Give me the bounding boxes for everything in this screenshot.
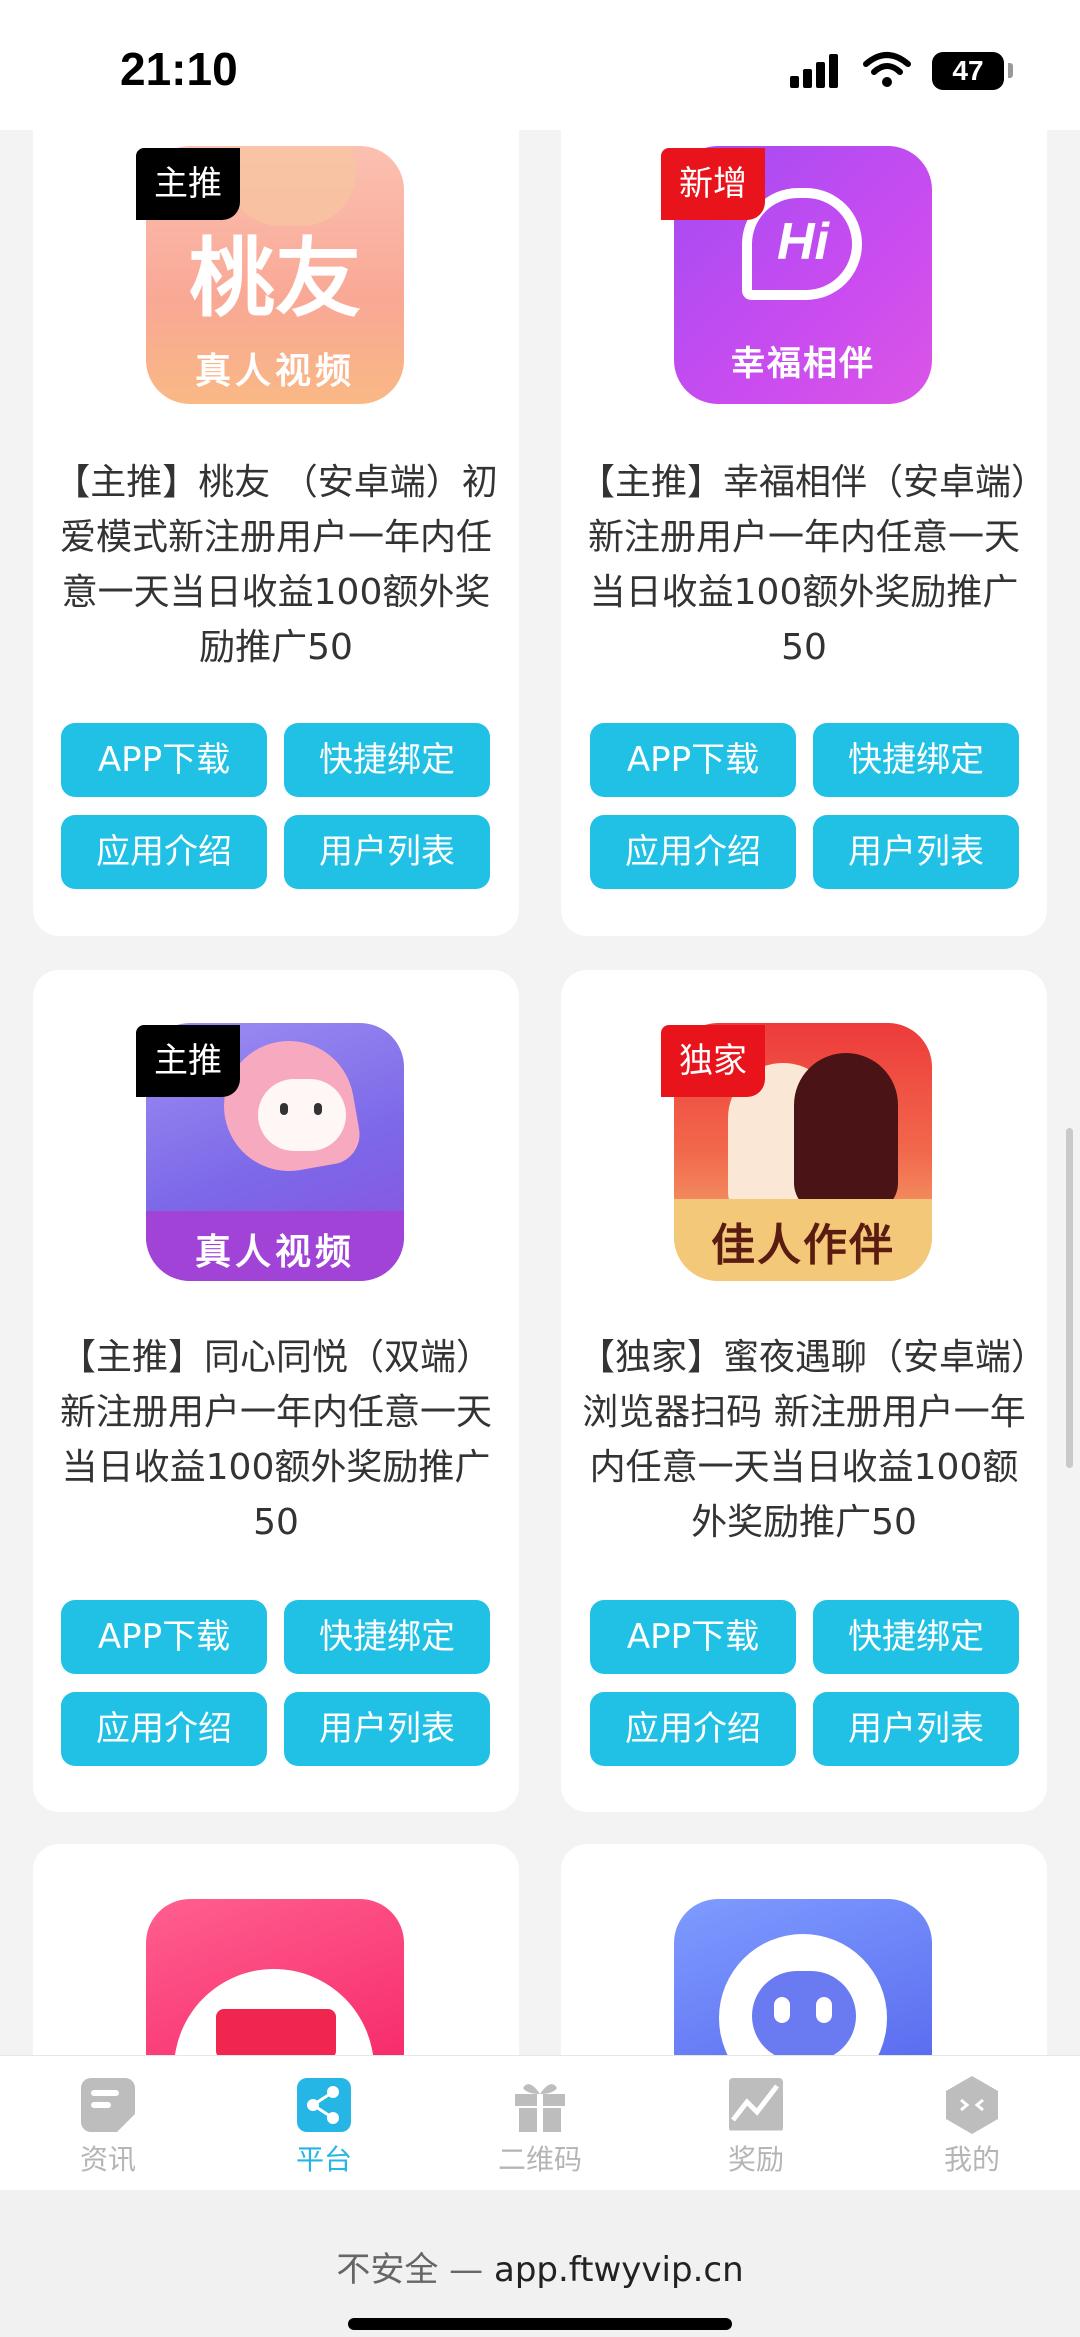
quick-bind-button[interactable]: 快捷绑定 [813,1600,1019,1674]
tab-reward[interactable]: 奖励 [648,2074,864,2184]
tab-label: 平台 [295,2143,352,2176]
icon-text-bottom: 真人视频 [194,1232,355,1273]
news-icon [81,2078,135,2132]
user-list-button[interactable]: 用户列表 [813,1692,1019,1766]
app-card: 主推 真人视频 【主推】同心同悦（双端） 新注册用户一年内任意一天当日收益100… [33,970,519,1812]
tab-platform[interactable]: 平台 [216,2074,432,2184]
icon-text-bottom: 真人视频 [194,351,355,392]
app-intro-button[interactable]: 应用介绍 [590,1692,796,1766]
app-description: 【主推】同心同悦（双端） 新注册用户一年内任意一天当日收益100额外奖励推广50 [59,1337,492,1543]
app-card: 新增 Hi 幸福相伴 【主推】幸福相伴（安卓端）新注册用户一年内任意一天当日收益… [561,130,1047,936]
share-icon [297,2078,351,2132]
icon-text-bottom: 幸福相伴 [731,344,875,384]
app-card: 主推 桃友 真人视频 【主推】桃友 （安卓端）初爱模式新注册用户一年内任意一天当… [33,130,519,936]
gift-icon [515,2084,565,2132]
icon-text-bottom: 佳人作伴 [711,1220,895,1271]
cellular-signal-icon [790,54,842,88]
insecure-label: 不安全 — [336,2250,484,2290]
app-icon-partial-blue[interactable] [674,1899,932,2055]
user-list-button[interactable]: 用户列表 [284,1692,490,1766]
tab-label: 奖励 [727,2143,784,2176]
card-tag: 独家 [661,1025,765,1097]
app-card [33,1844,519,2055]
app-description: 【主推】桃友 （安卓端）初爱模式新注册用户一年内任意一天当日收益100额外奖励推… [54,462,498,668]
user-list-button[interactable]: 用户列表 [813,815,1019,889]
status-bar: 21:10 47 [0,0,1080,130]
tab-label: 二维码 [497,2143,582,2176]
app-intro-button[interactable]: 应用介绍 [61,815,267,889]
app-download-button[interactable]: APP下载 [590,723,796,797]
user-list-button[interactable]: 用户列表 [284,815,490,889]
card-tag: 新增 [661,148,765,220]
app-download-button[interactable]: APP下载 [61,1600,267,1674]
app-description: 【独家】蜜夜遇聊（安卓端）浏览器扫码 新注册用户一年内任意一天当日收益100额外… [579,1337,1030,1543]
app-download-button[interactable]: APP下载 [590,1600,796,1674]
home-indicator[interactable] [348,2318,732,2330]
battery-tip [1008,63,1013,78]
browser-url-bar[interactable]: 不安全 — app.ftwyvip.cn [0,2190,1080,2337]
tab-qrcode[interactable]: 二维码 [432,2074,648,2184]
app-intro-button[interactable]: 应用介绍 [590,815,796,889]
icon-text-top: Hi [777,213,829,271]
card-tag: 主推 [136,1025,240,1097]
app-download-button[interactable]: APP下载 [61,723,267,797]
bottom-tab-bar: 资讯 平台 二维码 奖励 我的 [0,2055,1080,2191]
tab-mine[interactable]: 我的 [864,2074,1080,2184]
tab-news[interactable]: 资讯 [0,2074,216,2184]
quick-bind-button[interactable]: 快捷绑定 [813,723,1019,797]
app-card [561,1844,1047,2055]
app-card: 独家 佳人作伴 【独家】蜜夜遇聊（安卓端）浏览器扫码 新注册用户一年内任意一天当… [561,970,1047,1812]
app-description: 【主推】幸福相伴（安卓端）新注册用户一年内任意一天当日收益100额外奖励推广50 [579,462,1030,668]
tab-label: 资讯 [79,2143,136,2176]
card-tag: 主推 [136,148,240,220]
profile-icon [946,2076,998,2134]
scrollbar[interactable] [1066,1128,1073,1468]
platform-list[interactable]: 主推 桃友 真人视频 【主推】桃友 （安卓端）初爱模式新注册用户一年内任意一天当… [0,130,1080,2055]
url-display[interactable]: 不安全 — app.ftwyvip.cn [0,2242,1080,2291]
app-intro-button[interactable]: 应用介绍 [61,1692,267,1766]
battery-indicator: 47 [932,52,1004,90]
icon-text-top: 桃友 [189,228,361,329]
url-text: app.ftwyvip.cn [493,2250,744,2290]
quick-bind-button[interactable]: 快捷绑定 [284,723,490,797]
tab-label: 我的 [943,2143,1000,2176]
quick-bind-button[interactable]: 快捷绑定 [284,1600,490,1674]
status-time: 21:10 [120,43,238,95]
wifi-icon [863,52,911,87]
chart-icon [729,2078,783,2134]
app-icon-partial-pink[interactable] [146,1899,404,2055]
